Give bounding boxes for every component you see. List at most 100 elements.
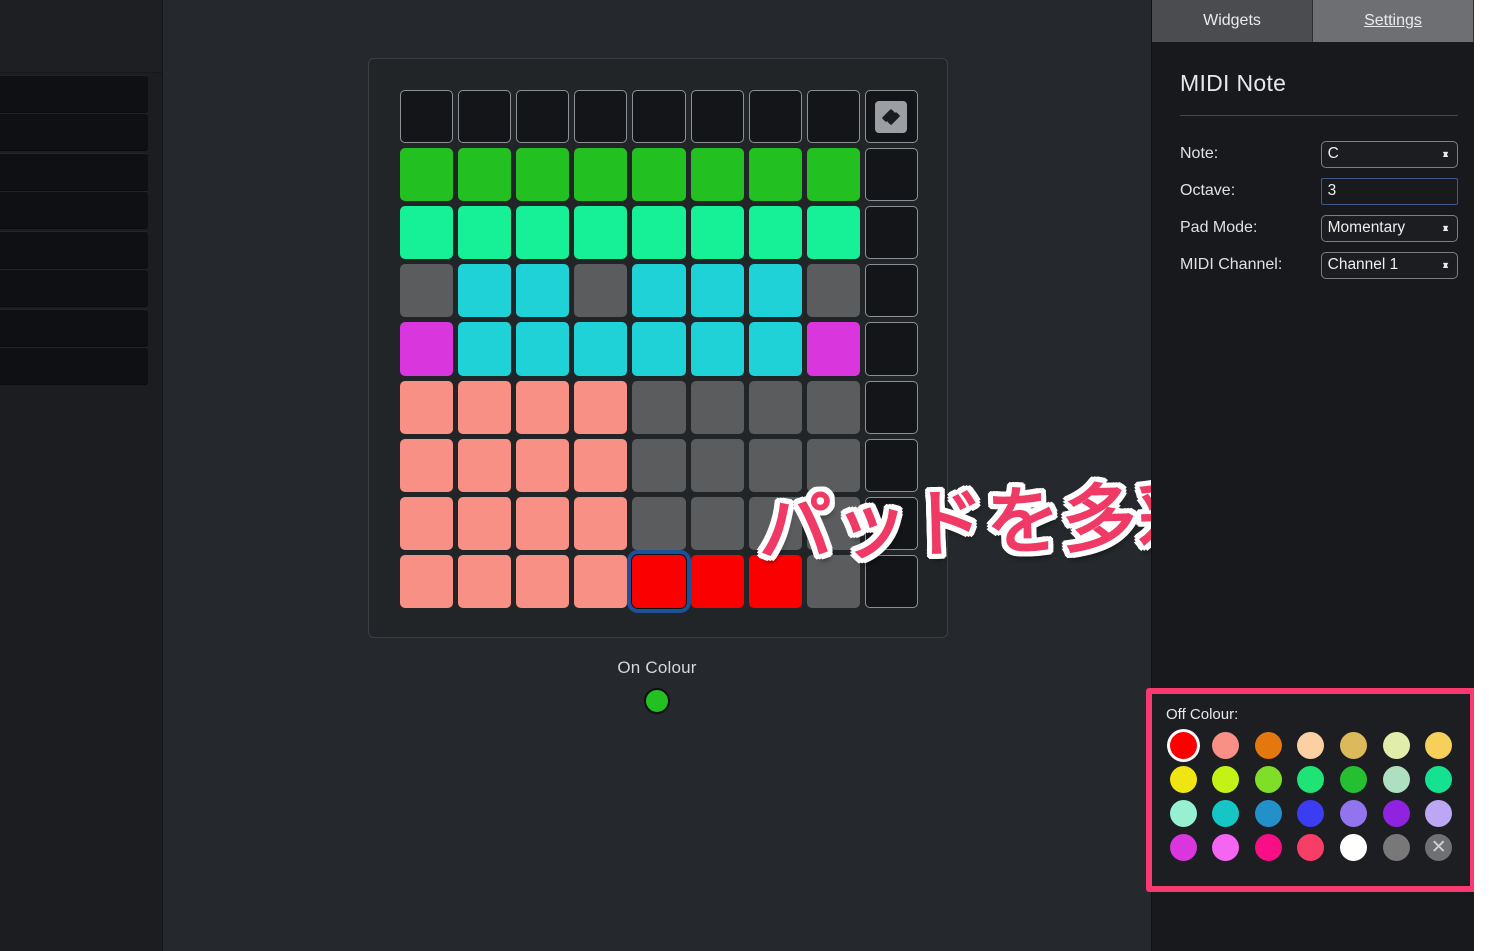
colour-swatch[interactable] bbox=[1254, 800, 1282, 827]
pad-salmon[interactable] bbox=[400, 496, 454, 550]
pad-spring[interactable] bbox=[690, 206, 744, 260]
pad-cyan[interactable] bbox=[748, 322, 802, 376]
sidebar-list-item[interactable] bbox=[0, 347, 148, 385]
pad-empty[interactable] bbox=[748, 90, 802, 144]
pad-empty[interactable] bbox=[864, 322, 918, 376]
pad-salmon[interactable] bbox=[458, 496, 512, 550]
pad-cyan[interactable] bbox=[748, 264, 802, 318]
sidebar-list-item[interactable] bbox=[0, 191, 148, 229]
colour-swatch[interactable] bbox=[1212, 834, 1240, 861]
pad-off[interactable] bbox=[632, 438, 686, 492]
pad-salmon[interactable] bbox=[574, 554, 628, 608]
pad-spring[interactable] bbox=[458, 206, 512, 260]
colour-swatch[interactable] bbox=[1297, 834, 1325, 861]
sidebar-list-item[interactable] bbox=[0, 113, 148, 151]
pad-empty[interactable] bbox=[400, 90, 454, 144]
pad-green[interactable] bbox=[400, 148, 454, 202]
pad-off[interactable] bbox=[806, 380, 860, 434]
pad-off[interactable] bbox=[632, 496, 686, 550]
sidebar-list-item[interactable] bbox=[0, 153, 148, 191]
colour-swatch[interactable] bbox=[1297, 800, 1325, 827]
pad-empty[interactable] bbox=[864, 148, 918, 202]
pad-green[interactable] bbox=[458, 148, 512, 202]
colour-swatch[interactable] bbox=[1425, 766, 1453, 793]
pad-salmon[interactable] bbox=[574, 438, 628, 492]
pad-salmon[interactable] bbox=[516, 554, 570, 608]
novation-logo-icon[interactable] bbox=[864, 90, 918, 144]
pad-green[interactable] bbox=[806, 148, 860, 202]
pad-off[interactable] bbox=[690, 380, 744, 434]
pad-spring[interactable] bbox=[400, 206, 454, 260]
midi-channel-select[interactable]: Channel 1 ▲ ▼ bbox=[1320, 251, 1458, 279]
sidebar-list-item[interactable] bbox=[0, 269, 148, 307]
pad-magenta[interactable] bbox=[400, 322, 454, 376]
pad-cyan[interactable] bbox=[690, 264, 744, 318]
colour-swatch[interactable] bbox=[1169, 766, 1197, 793]
colour-swatch[interactable] bbox=[1425, 800, 1453, 827]
pad-salmon[interactable] bbox=[400, 438, 454, 492]
swatch-clear-icon[interactable]: ✕ bbox=[1425, 834, 1453, 861]
pad-empty[interactable] bbox=[690, 90, 744, 144]
pad-green[interactable] bbox=[632, 148, 686, 202]
colour-swatch[interactable] bbox=[1254, 732, 1282, 759]
pad-empty[interactable] bbox=[516, 90, 570, 144]
colour-swatch[interactable] bbox=[1340, 800, 1368, 827]
pad-empty[interactable] bbox=[806, 90, 860, 144]
colour-swatch[interactable] bbox=[1425, 732, 1453, 759]
pad-green[interactable] bbox=[516, 148, 570, 202]
pad-cyan[interactable] bbox=[690, 322, 744, 376]
pad-salmon[interactable] bbox=[574, 380, 628, 434]
pad-spring[interactable] bbox=[806, 206, 860, 260]
pad-empty[interactable] bbox=[574, 90, 628, 144]
pad-off[interactable] bbox=[400, 264, 454, 318]
pad-off[interactable] bbox=[690, 496, 744, 550]
colour-swatch[interactable] bbox=[1254, 834, 1282, 861]
pad-salmon[interactable] bbox=[516, 380, 570, 434]
colour-swatch[interactable] bbox=[1212, 766, 1240, 793]
pad-cyan[interactable] bbox=[632, 264, 686, 318]
colour-swatch[interactable] bbox=[1340, 732, 1368, 759]
colour-swatch[interactable] bbox=[1169, 800, 1197, 827]
pad-salmon[interactable] bbox=[516, 496, 570, 550]
pad-red[interactable] bbox=[690, 554, 744, 608]
pad-cyan[interactable] bbox=[632, 322, 686, 376]
pad-cyan[interactable] bbox=[516, 264, 570, 318]
pad-off[interactable] bbox=[806, 264, 860, 318]
pad-cyan[interactable] bbox=[516, 322, 570, 376]
pad-mode-select[interactable]: Momentary ▲ ▼ bbox=[1320, 214, 1458, 242]
pad-salmon[interactable] bbox=[400, 380, 454, 434]
colour-swatch[interactable] bbox=[1212, 800, 1240, 827]
pad-selected[interactable] bbox=[627, 549, 691, 613]
colour-swatch[interactable] bbox=[1212, 732, 1240, 759]
pad-off[interactable] bbox=[748, 380, 802, 434]
colour-swatch[interactable] bbox=[1382, 766, 1410, 793]
pad-empty[interactable] bbox=[864, 264, 918, 318]
pad-empty[interactable] bbox=[864, 206, 918, 260]
colour-swatch[interactable] bbox=[1340, 834, 1368, 861]
pad-green[interactable] bbox=[748, 148, 802, 202]
tab-widgets[interactable]: Widgets bbox=[1152, 0, 1313, 42]
pad-salmon[interactable] bbox=[458, 438, 512, 492]
pad-cyan[interactable] bbox=[458, 264, 512, 318]
pad-salmon[interactable] bbox=[458, 380, 512, 434]
note-select[interactable]: C ▲ ▼ bbox=[1320, 140, 1458, 168]
colour-swatch[interactable] bbox=[1382, 834, 1410, 861]
sidebar-list-item[interactable] bbox=[0, 75, 148, 113]
pad-magenta[interactable] bbox=[806, 322, 860, 376]
pad-salmon[interactable] bbox=[574, 496, 628, 550]
pad-spring[interactable] bbox=[632, 206, 686, 260]
pad-off[interactable] bbox=[632, 380, 686, 434]
pad-empty[interactable] bbox=[864, 380, 918, 434]
colour-swatch[interactable] bbox=[1254, 766, 1282, 793]
colour-swatch[interactable] bbox=[1382, 800, 1410, 827]
colour-swatch[interactable] bbox=[1297, 732, 1325, 759]
pad-salmon[interactable] bbox=[458, 554, 512, 608]
pad-salmon[interactable] bbox=[400, 554, 454, 608]
pad-spring[interactable] bbox=[748, 206, 802, 260]
pad-salmon[interactable] bbox=[516, 438, 570, 492]
pad-cyan[interactable] bbox=[574, 322, 628, 376]
colour-swatch[interactable] bbox=[1382, 732, 1410, 759]
pad-spring[interactable] bbox=[574, 206, 628, 260]
pad-spring[interactable] bbox=[516, 206, 570, 260]
pad-off[interactable] bbox=[690, 438, 744, 492]
